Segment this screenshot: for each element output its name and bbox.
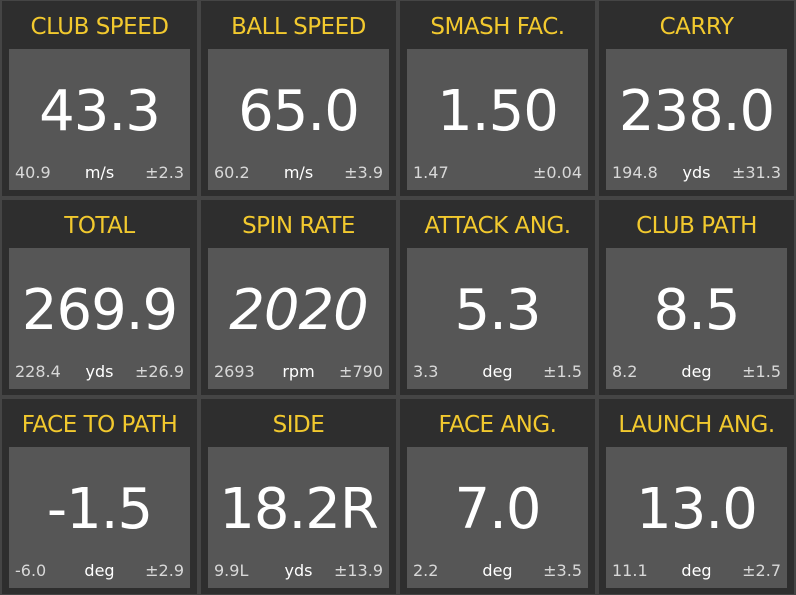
metric-average: 11.1	[612, 561, 648, 580]
metric-average: 228.4	[15, 362, 61, 381]
metric-value: -1.5	[46, 477, 153, 542]
metric-tile-carry: CARRY 238.0 194.8 yds ±31.3	[599, 1, 794, 196]
metric-deviation: ±13.9	[333, 561, 383, 580]
metric-average: 2693	[214, 362, 255, 381]
metric-deviation: ±2.7	[742, 561, 781, 580]
metric-title: LAUNCH ANG.	[618, 412, 775, 438]
metric-unit: yds	[682, 163, 711, 182]
metric-value: 65.0	[238, 79, 360, 144]
metric-title: CLUB PATH	[636, 213, 757, 239]
metric-deviation: ±2.9	[145, 561, 184, 580]
metric-tile-smash-fac: SMASH FAC. 1.50 1.47 ±0.04	[400, 1, 595, 196]
metric-value: 5.3	[454, 278, 541, 343]
metric-deviation: ±31.3	[731, 163, 781, 182]
metric-footer: 8.2 deg ±1.5	[612, 362, 781, 381]
metric-footer: 40.9 m/s ±2.3	[15, 163, 184, 182]
metric-tile-side: SIDE 18.2R 9.9L yds ±13.9	[201, 399, 396, 594]
metric-deviation: ±0.04	[532, 163, 582, 182]
metric-title: CARRY	[659, 14, 734, 40]
metric-footer: 60.2 m/s ±3.9	[214, 163, 383, 182]
metric-footer: -6.0 deg ±2.9	[15, 561, 184, 580]
metric-footer: 1.47 ±0.04	[413, 163, 582, 182]
metric-tile-club-speed: CLUB SPEED 43.3 40.9 m/s ±2.3	[2, 1, 197, 196]
metric-body: 43.3 40.9 m/s ±2.3	[9, 49, 190, 190]
metric-body: 13.0 11.1 deg ±2.7	[606, 447, 787, 588]
metric-value: 269.9	[21, 278, 178, 343]
metric-value: 7.0	[454, 477, 541, 542]
metric-title: SPIN RATE	[242, 213, 355, 239]
metric-footer: 3.3 deg ±1.5	[413, 362, 582, 381]
metric-deviation: ±3.5	[543, 561, 582, 580]
metric-average: 1.47	[413, 163, 449, 182]
metric-body: 8.5 8.2 deg ±1.5	[606, 248, 787, 389]
metric-title: FACE ANG.	[438, 412, 557, 438]
metric-value: 13.0	[636, 477, 758, 542]
metric-tile-spin-rate: SPIN RATE 2020 2693 rpm ±790	[201, 200, 396, 395]
metric-deviation: ±1.5	[742, 362, 781, 381]
metric-body: 1.50 1.47 ±0.04	[407, 49, 588, 190]
metric-footer: 11.1 deg ±2.7	[612, 561, 781, 580]
metric-body: 269.9 228.4 yds ±26.9	[9, 248, 190, 389]
metric-unit: deg	[84, 561, 115, 580]
metric-deviation: ±1.5	[543, 362, 582, 381]
metric-body: -1.5 -6.0 deg ±2.9	[9, 447, 190, 588]
metric-value: 238.0	[618, 79, 775, 144]
metric-unit: yds	[85, 362, 114, 381]
metric-tile-face-ang: FACE ANG. 7.0 2.2 deg ±3.5	[400, 399, 595, 594]
metric-unit: deg	[681, 362, 712, 381]
metric-footer: 2.2 deg ±3.5	[413, 561, 582, 580]
metric-body: 2020 2693 rpm ±790	[208, 248, 389, 389]
metric-tile-club-path: CLUB PATH 8.5 8.2 deg ±1.5	[599, 200, 794, 395]
metric-footer: 9.9L yds ±13.9	[214, 561, 383, 580]
metric-average: 194.8	[612, 163, 658, 182]
metric-title: SMASH FAC.	[430, 14, 565, 40]
metric-title: ATTACK ANG.	[424, 213, 571, 239]
metric-deviation: ±3.9	[344, 163, 383, 182]
metric-tile-total: TOTAL 269.9 228.4 yds ±26.9	[2, 200, 197, 395]
metric-average: 2.2	[413, 561, 439, 580]
metric-title: CLUB SPEED	[30, 14, 169, 40]
metric-tile-attack-ang: ATTACK ANG. 5.3 3.3 deg ±1.5	[400, 200, 595, 395]
metric-value: 43.3	[39, 79, 161, 144]
metric-average: 9.9L	[214, 561, 249, 580]
metric-average: -6.0	[15, 561, 47, 580]
metric-tile-launch-ang: LAUNCH ANG. 13.0 11.1 deg ±2.7	[599, 399, 794, 594]
metric-title: TOTAL	[64, 213, 135, 239]
metric-title: BALL SPEED	[231, 14, 366, 40]
metric-unit: deg	[482, 561, 513, 580]
metric-footer: 228.4 yds ±26.9	[15, 362, 184, 381]
metric-unit	[473, 163, 522, 182]
metric-unit: yds	[284, 561, 313, 580]
metric-title: FACE TO PATH	[21, 412, 178, 438]
metric-average: 60.2	[214, 163, 250, 182]
metric-deviation: ±26.9	[134, 362, 184, 381]
metric-body: 18.2R 9.9L yds ±13.9	[208, 447, 389, 588]
metric-title: SIDE	[272, 412, 325, 438]
metric-tile-face-to-path: FACE TO PATH -1.5 -6.0 deg ±2.9	[2, 399, 197, 594]
metric-unit: m/s	[84, 163, 115, 182]
metric-unit: m/s	[283, 163, 314, 182]
metric-average: 40.9	[15, 163, 51, 182]
metric-body: 5.3 3.3 deg ±1.5	[407, 248, 588, 389]
metric-unit: deg	[482, 362, 513, 381]
metric-value: 8.5	[653, 278, 740, 343]
metric-value: 18.2R	[219, 477, 379, 542]
metric-average: 3.3	[413, 362, 439, 381]
metric-average: 8.2	[612, 362, 638, 381]
metric-body: 65.0 60.2 m/s ±3.9	[208, 49, 389, 190]
metric-footer: 194.8 yds ±31.3	[612, 163, 781, 182]
metric-unit: deg	[681, 561, 712, 580]
metric-unit: rpm	[282, 362, 315, 381]
metric-value: 1.50	[437, 79, 559, 144]
metric-footer: 2693 rpm ±790	[214, 362, 383, 381]
metric-value: 2020	[229, 278, 369, 343]
metric-body: 238.0 194.8 yds ±31.3	[606, 49, 787, 190]
metrics-grid: CLUB SPEED 43.3 40.9 m/s ±2.3 BALL SPEED…	[0, 0, 796, 595]
metric-deviation: ±2.3	[145, 163, 184, 182]
metric-deviation: ±790	[339, 362, 383, 381]
metric-body: 7.0 2.2 deg ±3.5	[407, 447, 588, 588]
metric-tile-ball-speed: BALL SPEED 65.0 60.2 m/s ±3.9	[201, 1, 396, 196]
